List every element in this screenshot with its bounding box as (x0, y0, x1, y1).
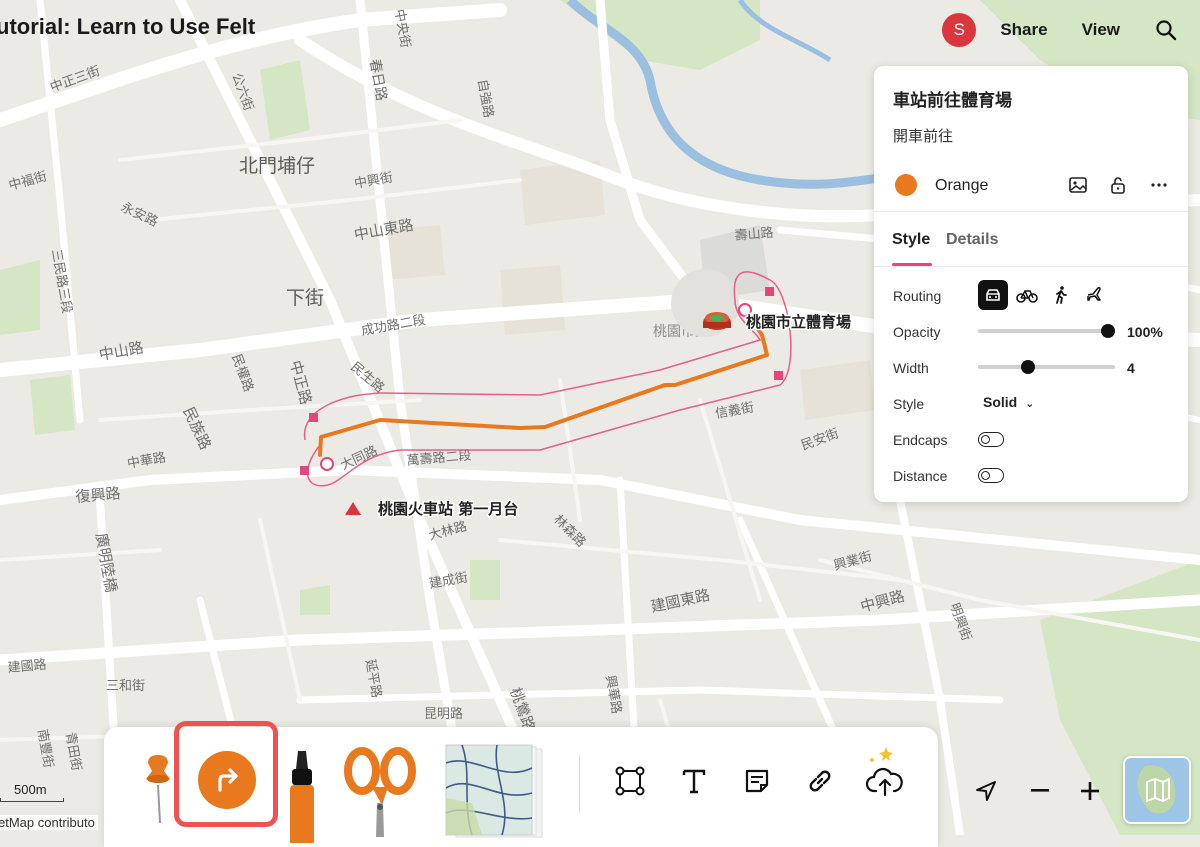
route-tool-icon[interactable] (198, 751, 256, 809)
width-slider[interactable] (978, 360, 1115, 374)
line-style-value: Solid (983, 394, 1018, 410)
opacity-value: 100% (1127, 324, 1163, 340)
distance-label: Distance (893, 468, 948, 484)
station-label: 桃園火車站 第一月台 (378, 500, 518, 518)
polygon-tool-icon[interactable] (614, 765, 646, 797)
opacity-slider[interactable] (978, 324, 1115, 338)
scale-label: 500m (14, 782, 47, 797)
street-label: 三和街 (106, 679, 145, 694)
basemap-switcher[interactable] (1123, 756, 1191, 824)
district-label: 下街 (286, 287, 324, 309)
tab-style[interactable]: Style (892, 231, 930, 249)
color-swatch[interactable] (895, 174, 917, 196)
search-icon[interactable] (1154, 18, 1178, 42)
street-label: 建國路 (7, 657, 47, 676)
car-icon[interactable] (978, 280, 1008, 310)
color-name[interactable]: Orange (935, 177, 988, 195)
toolbar-divider (579, 755, 580, 813)
stadium-icon[interactable] (703, 312, 731, 330)
zoom-out-button[interactable] (1026, 774, 1054, 808)
opacity-label: Opacity (893, 324, 941, 340)
more-options-icon[interactable] (1148, 174, 1170, 196)
walk-icon[interactable] (1046, 280, 1076, 310)
opacity-slider-thumb[interactable] (1101, 324, 1115, 338)
width-slider-thumb[interactable] (1021, 360, 1036, 374)
map-layers-tool-icon[interactable] (442, 743, 546, 839)
bike-icon[interactable] (1012, 280, 1042, 310)
upload-tool-icon[interactable] (864, 743, 908, 799)
image-icon[interactable] (1067, 174, 1089, 196)
width-label: Width (893, 360, 929, 376)
scissors-tool-icon[interactable] (342, 745, 418, 837)
tab-details[interactable]: Details (946, 231, 998, 249)
distance-toggle[interactable] (978, 468, 1004, 483)
tool-palette (104, 721, 938, 847)
scale-bar: 500m (0, 782, 64, 802)
zoom-in-button[interactable] (1076, 774, 1104, 808)
style-label: Style (893, 396, 925, 412)
line-style-dropdown[interactable]: Solid ⌄ (983, 394, 1034, 410)
chevron-down-icon: ⌄ (1025, 398, 1035, 410)
locate-icon[interactable] (972, 774, 1000, 808)
marker-tool-icon[interactable] (282, 747, 322, 843)
view-button[interactable]: View (1082, 20, 1120, 40)
routing-mode-group (978, 280, 1114, 310)
text-tool-icon[interactable] (678, 765, 710, 797)
endcaps-label: Endcaps (893, 432, 948, 448)
element-title[interactable]: 車站前往體育場 (893, 86, 1012, 111)
endcaps-toggle[interactable] (978, 432, 1004, 447)
stadium-label: 桃園市立體育場 (746, 313, 851, 331)
element-style-panel: 車站前往體育場 開車前往 Orange Style Details Routin… (874, 66, 1188, 502)
street-label: 壽山路 (734, 225, 774, 244)
plane-icon[interactable] (1080, 280, 1110, 310)
note-tool-icon[interactable] (741, 765, 773, 797)
link-tool-icon[interactable] (804, 765, 836, 797)
district-label: 北門埔仔 (239, 155, 315, 177)
width-value: 4 (1127, 360, 1135, 376)
top-bar: S Share View (942, 10, 1200, 50)
lock-icon[interactable] (1107, 174, 1129, 196)
avatar[interactable]: S (942, 13, 977, 47)
map-title[interactable]: utorial: Learn to Use Felt (0, 14, 255, 40)
street-label: 昆明路 (424, 706, 463, 722)
routing-label: Routing (893, 288, 942, 304)
element-description[interactable]: 開車前往 (893, 125, 953, 146)
map-attribution[interactable]: etMap contributo (0, 815, 98, 830)
share-button[interactable]: Share (1000, 20, 1047, 40)
